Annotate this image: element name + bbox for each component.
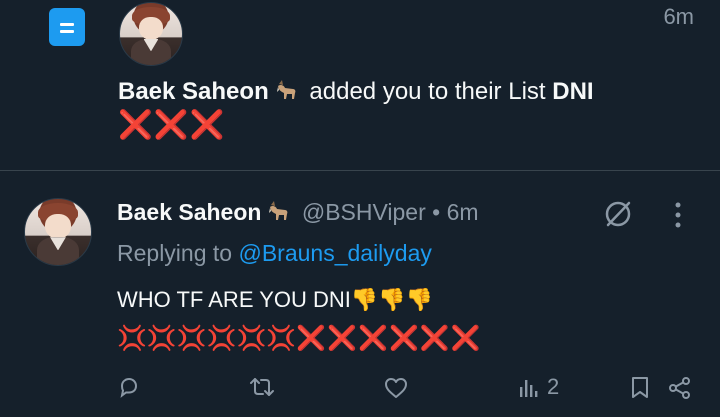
replying-label: Replying to: [117, 240, 233, 266]
tweet-text-line2: 💢💢💢💢💢💢❌❌❌❌❌❌: [117, 324, 482, 354]
retweet-icon[interactable]: [248, 375, 276, 404]
more-vertical-icon[interactable]: [672, 200, 684, 230]
divider: [0, 170, 720, 171]
anger-emojis: 💢💢💢💢💢💢: [117, 325, 297, 352]
replying-to: Replying to @Brauns_dailyday: [117, 238, 432, 268]
list-name-extra[interactable]: ❌❌❌: [118, 109, 226, 141]
tweet-handle[interactable]: @BSHViper: [302, 199, 426, 225]
list-name[interactable]: DNI: [552, 78, 593, 105]
grok-icon[interactable]: [602, 198, 634, 230]
tweet-user-name[interactable]: Baek Saheon: [117, 199, 261, 225]
notification-time: 6m: [663, 4, 694, 29]
goat-emoji: [275, 78, 299, 102]
like-icon[interactable]: [384, 377, 408, 404]
notification-user-name[interactable]: Baek Saheon: [118, 78, 269, 105]
separator-dot: •: [432, 199, 441, 225]
views-icon[interactable]: [517, 377, 539, 404]
tweet-time[interactable]: 6m: [447, 199, 479, 225]
cross-emojis: ❌❌❌❌❌❌: [296, 325, 482, 352]
tweet-avatar[interactable]: [24, 198, 92, 266]
goat-emoji: [267, 199, 291, 223]
notification-text: Baek Saheon added you to their List DNI: [118, 76, 594, 108]
tweet-text-line1: WHO TF ARE YOU DNI👎👎👎: [117, 287, 434, 312]
bookmark-icon[interactable]: [630, 376, 650, 405]
share-icon[interactable]: [668, 376, 692, 405]
list-icon: [49, 8, 85, 46]
replying-to-handle[interactable]: @Brauns_dailyday: [238, 240, 431, 266]
reply-icon[interactable]: [118, 376, 140, 403]
views-count: 2: [547, 374, 560, 399]
notification-avatar[interactable]: [119, 2, 183, 66]
tweet-header: Baek Saheon @BSHViper • 6m: [117, 197, 479, 227]
notification-action: added you to their List: [309, 78, 546, 105]
